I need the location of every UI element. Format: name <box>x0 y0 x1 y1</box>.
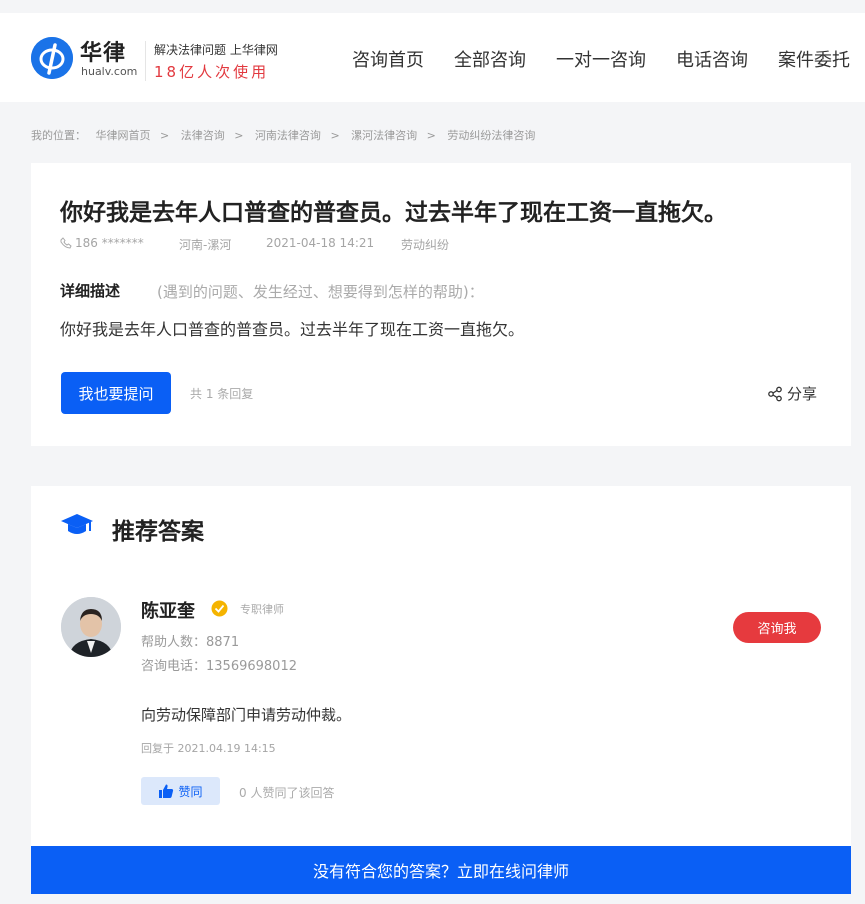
question-title: 你好我是去年人口普查的普查员。过去半年了现在工资一直拖欠。 <box>60 200 727 226</box>
lawyer-avatar[interactable] <box>61 597 121 657</box>
slogan-line2: 18亿人次使用 <box>154 63 270 81</box>
desc-label: 详细描述 <box>60 282 121 300</box>
breadcrumb-separator: > <box>234 129 244 142</box>
breadcrumb-prefix: 我的位置： <box>31 129 86 142</box>
ask-question-button[interactable]: 我也要提问 <box>61 372 171 414</box>
nav-one-on-one[interactable]: 一对一咨询 <box>556 46 646 72</box>
nav-all-consult[interactable]: 全部咨询 <box>454 46 526 72</box>
answer-card: 推荐答案 陈亚奎 专职律师 帮助人数：8871 咨询电话：13569698012… <box>31 486 851 894</box>
breadcrumb-item[interactable]: 河南法律咨询 <box>255 129 321 142</box>
answer-text: 向劳动保障部门申请劳动仲裁。 <box>141 706 352 724</box>
question-card: 你好我是去年人口普查的普查员。过去半年了现在工资一直拖欠。 186 ******… <box>31 163 851 446</box>
nav-phone-consult[interactable]: 电话咨询 <box>676 46 748 72</box>
lawyer-name[interactable]: 陈亚奎 <box>141 597 195 623</box>
breadcrumb-item[interactable]: 劳动纠纷法律咨询 <box>447 129 535 142</box>
answer-reply-time: 回复于 2021.04.19 14:15 <box>141 742 276 755</box>
question-phone: 186 ******* <box>60 236 144 250</box>
graduation-cap-icon <box>61 514 93 534</box>
slogan-line1: 解决法律问题 上华律网 <box>154 43 278 57</box>
logo-divider <box>145 41 146 81</box>
question-date: 2021-04-18 14:21 <box>266 236 375 250</box>
contact-phone: 咨询电话：13569698012 <box>141 659 297 674</box>
consult-me-button[interactable]: 咨询我 <box>733 612 821 643</box>
share-button[interactable]: 分享 <box>767 383 817 404</box>
logo-icon[interactable] <box>31 37 73 79</box>
question-category[interactable]: 劳动纠纷 <box>401 236 449 253</box>
verified-badge-icon <box>211 600 228 617</box>
ask-lawyer-online-button[interactable]: 没有符合您的答案？立即在线问律师 <box>31 846 851 894</box>
breadcrumb: 我的位置： 华律网首页 > 法律咨询 > 河南法律咨询 > 漯河法律咨询 > 劳… <box>31 127 541 143</box>
phone-icon <box>60 237 72 249</box>
question-area: 河南-漯河 <box>179 238 232 252</box>
breadcrumb-separator: > <box>160 129 170 142</box>
phone-text: 186 ******* <box>75 236 144 250</box>
breadcrumb-item[interactable]: 法律咨询 <box>181 129 225 142</box>
breadcrumb-item[interactable]: 华律网首页 <box>96 129 151 142</box>
desc-hint: (遇到的问题、发生经过、想要得到怎样的帮助)： <box>157 283 484 301</box>
nav-consult-home[interactable]: 咨询首页 <box>352 46 424 72</box>
logo-name[interactable]: 华律 <box>80 35 126 67</box>
like-label: 赞同 <box>178 784 203 799</box>
share-icon <box>768 386 782 401</box>
thumbs-up-icon <box>159 784 174 798</box>
top-strip <box>0 0 865 13</box>
lawyer-tag: 专职律师 <box>240 603 284 616</box>
desc-text: 你好我是去年人口普查的普查员。过去半年了现在工资一直拖欠。 <box>60 320 525 339</box>
like-count: 0 人赞同了该回答 <box>239 786 335 800</box>
logo-domain: hualv.com <box>81 65 138 78</box>
reply-count: 共 1 条回复 <box>190 387 254 401</box>
share-label: 分享 <box>787 385 818 403</box>
breadcrumb-item[interactable]: 漯河法律咨询 <box>351 129 417 142</box>
help-count: 帮助人数：8871 <box>141 635 240 650</box>
breadcrumb-separator: > <box>330 129 340 142</box>
breadcrumb-separator: > <box>426 129 436 142</box>
nav-case-entrust[interactable]: 案件委托 <box>778 46 850 72</box>
section-title: 推荐答案 <box>112 519 204 545</box>
like-button[interactable]: 赞同 <box>141 777 220 805</box>
site-header: 华律 hualv.com 解决法律问题 上华律网 18亿人次使用 咨询首页 全部… <box>0 13 865 102</box>
